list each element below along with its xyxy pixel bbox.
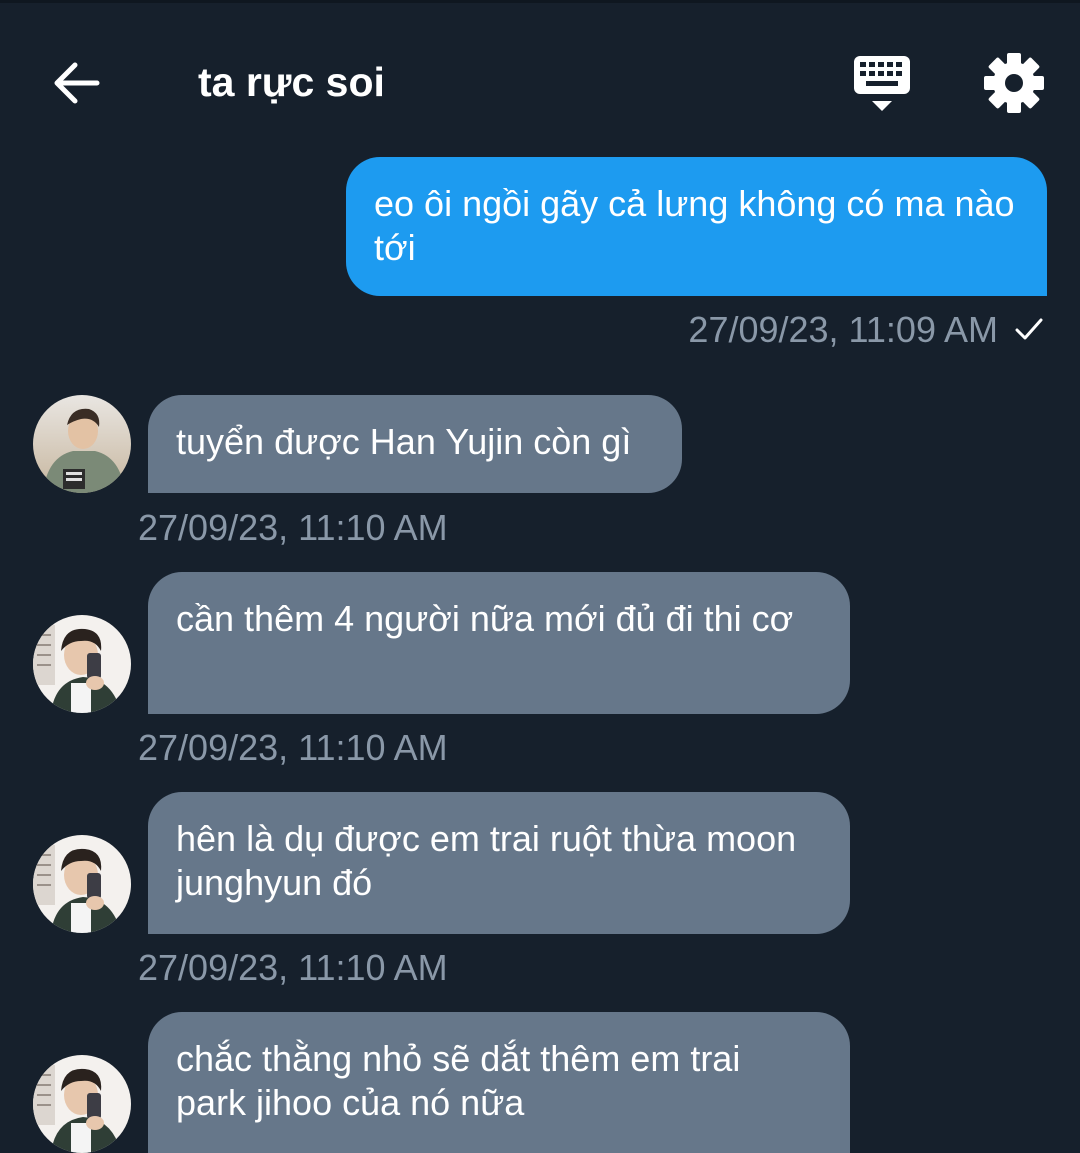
message-timestamp: 27/09/23, 11:10 AM <box>138 946 448 990</box>
avatar[interactable] <box>33 615 131 713</box>
message-timestamp: 27/09/23, 11:10 AM <box>138 726 448 770</box>
message-text: cần thêm 4 người nữa mới đủ đi thi cơ <box>176 598 794 639</box>
incoming-message-bubble[interactable]: hên là dụ được em trai ruột thừa moon ju… <box>148 792 850 934</box>
message-text: hên là dụ được em trai ruột thừa moon ju… <box>176 818 797 903</box>
avatar[interactable] <box>33 835 131 933</box>
message-text: eo ôi ngồi gãy cả lưng không có ma nào t… <box>374 183 1015 268</box>
incoming-message-bubble[interactable]: chắc thằng nhỏ sẽ dắt thêm em trai park … <box>148 1012 850 1153</box>
message-text: chắc thằng nhỏ sẽ dắt thêm em trai park … <box>176 1038 741 1123</box>
message-timestamp: 27/09/23, 11:10 AM <box>138 506 448 550</box>
avatar[interactable] <box>33 1055 131 1153</box>
check-icon <box>1015 318 1043 340</box>
message-text: tuyển được Han Yujin còn gì <box>176 421 632 462</box>
timestamp-text: 27/09/23, 11:10 AM <box>138 507 448 548</box>
avatar[interactable] <box>33 395 131 493</box>
incoming-message-bubble[interactable]: cần thêm 4 người nữa mới đủ đi thi cơ <box>148 572 850 714</box>
timestamp-text: 27/09/23, 11:09 AM <box>688 309 998 350</box>
timestamp-text: 27/09/23, 11:10 AM <box>138 947 448 988</box>
incoming-message-bubble[interactable]: tuyển được Han Yujin còn gì <box>148 395 682 493</box>
message-timestamp: 27/09/23, 11:09 AM <box>688 308 1044 352</box>
outgoing-message-bubble[interactable]: eo ôi ngồi gãy cả lưng không có ma nào t… <box>346 157 1047 296</box>
timestamp-text: 27/09/23, 11:10 AM <box>138 727 448 768</box>
message-list: eo ôi ngồi gãy cả lưng không có ma nào t… <box>0 0 1080 1153</box>
